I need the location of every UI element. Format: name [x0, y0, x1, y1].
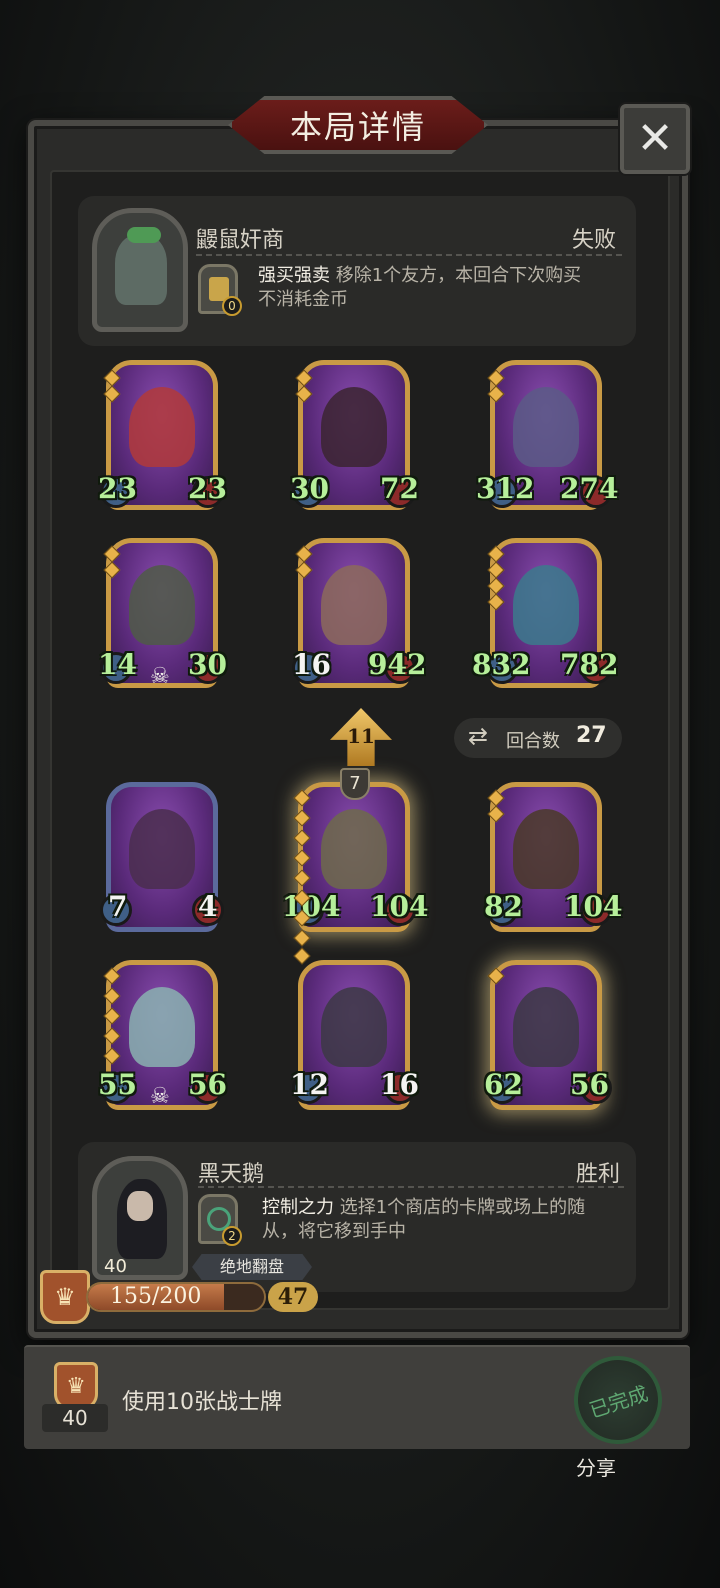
skull-icon: ☠	[150, 1084, 170, 1109]
round-label: 回合数	[506, 731, 560, 752]
minion-attack: 16	[292, 648, 331, 681]
minion-attack: 30	[290, 472, 329, 505]
minion-health: 104	[564, 890, 623, 923]
minion-art	[513, 987, 579, 1067]
minion-attack: 312	[476, 472, 535, 505]
player-result: 胜利	[576, 1162, 621, 1187]
minion-art	[129, 565, 195, 645]
minion-health: 274	[560, 472, 619, 505]
close-icon: ✕	[636, 113, 674, 164]
opponent-skill-badge: 0	[222, 296, 242, 316]
player-skill-desc-2: 从，将它移到手中	[262, 1221, 406, 1242]
share-label: 分享	[576, 1456, 616, 1480]
minion-art	[321, 565, 387, 645]
tavern-tier-badge: 7	[340, 768, 370, 800]
minion-health: 4	[198, 890, 218, 923]
minion-art	[513, 387, 579, 467]
player-level-row: ♛ 155/200 47	[40, 1270, 318, 1324]
task-text: 使用10张战士牌	[122, 1390, 282, 1415]
refresh-icon: ⇄	[468, 722, 489, 750]
round-value: 27	[576, 723, 607, 748]
minion-health: 942	[368, 648, 427, 681]
opponent-skill-desc-1: 移除1个友方，本回合下次购买	[335, 265, 582, 286]
opponent-skill-desc-2: 不消耗金币	[258, 289, 348, 310]
minion-art	[129, 809, 195, 889]
opponent-name: 鼹鼠奸商	[196, 228, 285, 253]
minion-attack: 82	[484, 890, 523, 923]
player-skill-badge: 2	[222, 1226, 242, 1246]
minion-art	[321, 387, 387, 467]
title-banner: 本局详情	[228, 96, 488, 154]
minion-health: 782	[560, 648, 619, 681]
opponent-result: 失败	[572, 228, 617, 253]
minion-art	[129, 987, 195, 1067]
minion-health: 30	[188, 648, 227, 681]
minion-attack: 104	[282, 890, 341, 923]
minion-health: 72	[380, 472, 419, 505]
crown-icon: ♛	[40, 1270, 90, 1324]
minion-health: 104	[370, 890, 429, 923]
minion-attack: 832	[472, 648, 531, 681]
player-name: 黑天鹅	[198, 1162, 265, 1187]
minion-attack: 23	[98, 472, 137, 505]
opponent-skill-text: 强买强卖 移除1个友方，本回合下次购买 不消耗金币	[258, 264, 628, 312]
completed-stamp: 已完成	[586, 1380, 651, 1423]
skull-icon: ☠	[150, 664, 170, 689]
minion-health: 56	[570, 1068, 609, 1101]
minion-art	[513, 565, 579, 645]
task-level: 40	[42, 1404, 108, 1432]
xp-text: 155/200	[110, 1284, 202, 1309]
minion-attack: 12	[290, 1068, 329, 1101]
minion-health: 23	[188, 472, 227, 505]
opponent-skill-name: 强买强卖	[258, 265, 330, 286]
page-title: 本局详情	[289, 108, 426, 146]
coin-count: 47	[268, 1282, 318, 1312]
minion-art	[513, 809, 579, 889]
task-crown-icon: ♛	[54, 1362, 98, 1410]
upgrade-arrow-value: 11	[347, 724, 375, 748]
minion-health: 56	[188, 1068, 227, 1101]
minion-art	[321, 809, 387, 889]
minion-art	[321, 987, 387, 1067]
round-counter: ⇄ 回合数 27	[454, 718, 622, 758]
minion-health: 16	[380, 1068, 419, 1101]
divider	[198, 1186, 624, 1188]
close-button[interactable]: ✕	[620, 104, 690, 174]
minion-attack: 55	[98, 1068, 137, 1101]
minion-attack: 14	[98, 648, 137, 681]
minion-attack: 7	[108, 890, 128, 923]
divider	[196, 254, 622, 256]
player-skill-desc-1: 选择1个商店的卡牌或场上的随	[339, 1197, 586, 1218]
minion-attack: 62	[484, 1068, 523, 1101]
minion-art	[129, 387, 195, 467]
player-skill-name: 控制之力	[262, 1197, 334, 1218]
opponent-avatar[interactable]	[92, 208, 188, 332]
player-skill-text: 控制之力 选择1个商店的卡牌或场上的随 从，将它移到手中	[262, 1196, 632, 1244]
